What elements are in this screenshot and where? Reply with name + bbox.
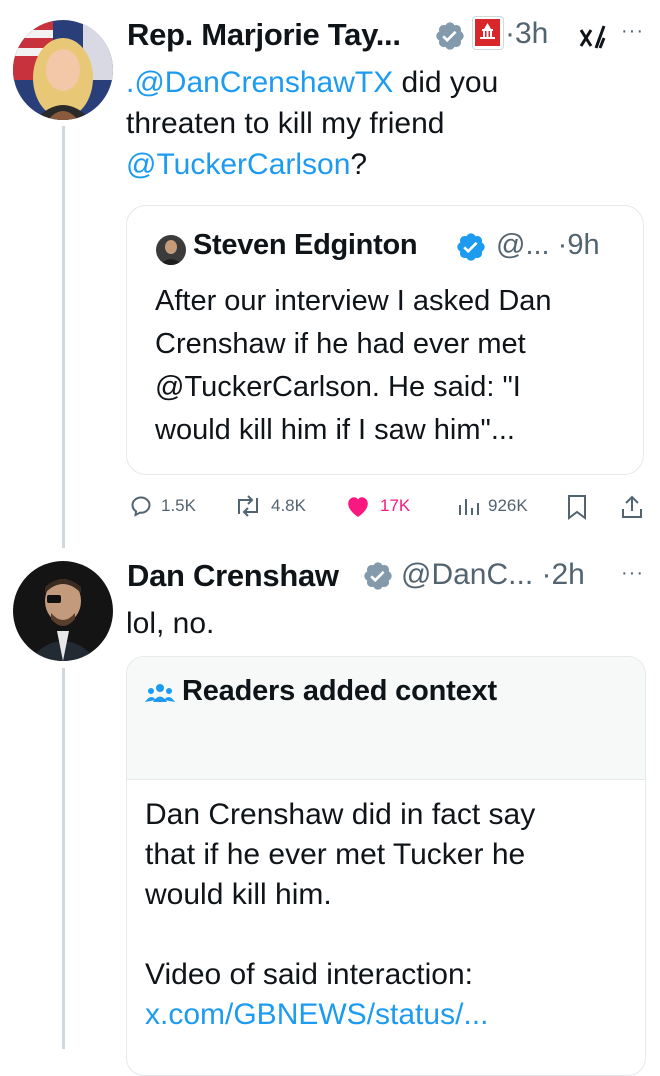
quote-text-line: After our interview I asked Dan: [155, 285, 552, 317]
views-count: 926K: [488, 496, 528, 515]
quote-text-line: Crenshaw if he had ever met: [155, 328, 526, 360]
like-count: 17K: [380, 496, 411, 515]
community-note-header: Readers added context: [127, 657, 645, 780]
quote-text-line: @TuckerCarlson. He said: "I: [155, 371, 521, 403]
heart-icon: [348, 497, 368, 517]
thread-line-lower: [62, 668, 65, 1049]
tweet1-text-line3: ?: [350, 148, 368, 181]
gray-verified-icon: [362, 560, 394, 597]
government-affiliation-icon: [472, 16, 504, 50]
tweet1-time[interactable]: ·3h: [505, 17, 548, 51]
quoted-tweet-card[interactable]: Steven Edginton @... ·9h After our inter…: [126, 205, 644, 475]
tweet2-author-name[interactable]: Dan Crenshaw: [127, 558, 339, 594]
tweet1-action-bar: 1.5K 4.8K 17K 926K: [126, 494, 646, 526]
people-icon: [145, 682, 175, 709]
more-options-icon[interactable]: ···: [621, 20, 644, 43]
tweet2-text: lol, no.: [126, 607, 215, 640]
note-video-label: Video of said interaction:: [145, 958, 473, 991]
reply-icon: [131, 496, 151, 517]
note-body-line: would kill him.: [145, 878, 332, 911]
tweet1-text-line1: did you: [393, 66, 499, 99]
bookmark-icon: [568, 495, 586, 520]
avatar-image: [13, 561, 113, 661]
repost-count: 4.8K: [271, 496, 306, 515]
quote-text-line: would kill him if I saw him"...: [155, 414, 515, 446]
note-body-line: Dan Crenshaw did in fact say: [145, 798, 536, 831]
repost-icon: [238, 495, 258, 517]
views-icon: [459, 499, 479, 515]
share-button[interactable]: [620, 494, 644, 520]
mention-dancrenshaw[interactable]: .@DanCrenshawTX: [126, 66, 393, 99]
quote-author-name: Steven Edginton: [193, 229, 418, 261]
tweet1-author-name[interactable]: Rep. Marjorie Tay...: [127, 17, 401, 53]
tweet2-handle-time[interactable]: @DanC... ·2h: [401, 558, 585, 592]
views-button[interactable]: 926K: [456, 494, 528, 518]
share-icon: [622, 495, 642, 518]
avatar-dan-crenshaw[interactable]: [13, 561, 113, 661]
avatar-image: [13, 20, 113, 120]
reply-button[interactable]: 1.5K: [129, 494, 196, 518]
quote-avatar: [156, 235, 186, 265]
note-body-line: that if he ever met Tucker he: [145, 838, 526, 871]
community-note-card[interactable]: Readers added context Dan Crenshaw did i…: [126, 656, 646, 1076]
community-note-body: Dan Crenshaw did in fact say that if he …: [145, 795, 635, 1035]
tweet1-text: .@DanCrenshawTX did you threaten to kill…: [126, 62, 646, 185]
avatar-marjorie[interactable]: [13, 20, 113, 120]
grok-icon[interactable]: [578, 24, 608, 57]
like-button[interactable]: 17K: [344, 494, 410, 518]
community-note-title: Readers added context: [182, 675, 497, 707]
quote-text: After our interview I asked Dan Crenshaw…: [155, 280, 635, 452]
thread-line-upper: [62, 126, 65, 548]
reply-count: 1.5K: [161, 496, 196, 515]
note-source-link[interactable]: x.com/GBNEWS/status/...: [145, 995, 635, 1035]
more-options-icon[interactable]: ···: [621, 562, 644, 585]
repost-button[interactable]: 4.8K: [233, 494, 306, 518]
blue-verified-icon: [455, 231, 487, 268]
tweet1-text-line2: threaten to kill my friend: [126, 107, 445, 140]
quote-handle-time: @... ·9h: [496, 229, 600, 261]
mention-tuckercarlson[interactable]: @TuckerCarlson: [126, 148, 350, 181]
gray-verified-icon: [434, 20, 466, 57]
bookmark-button[interactable]: [566, 494, 588, 520]
